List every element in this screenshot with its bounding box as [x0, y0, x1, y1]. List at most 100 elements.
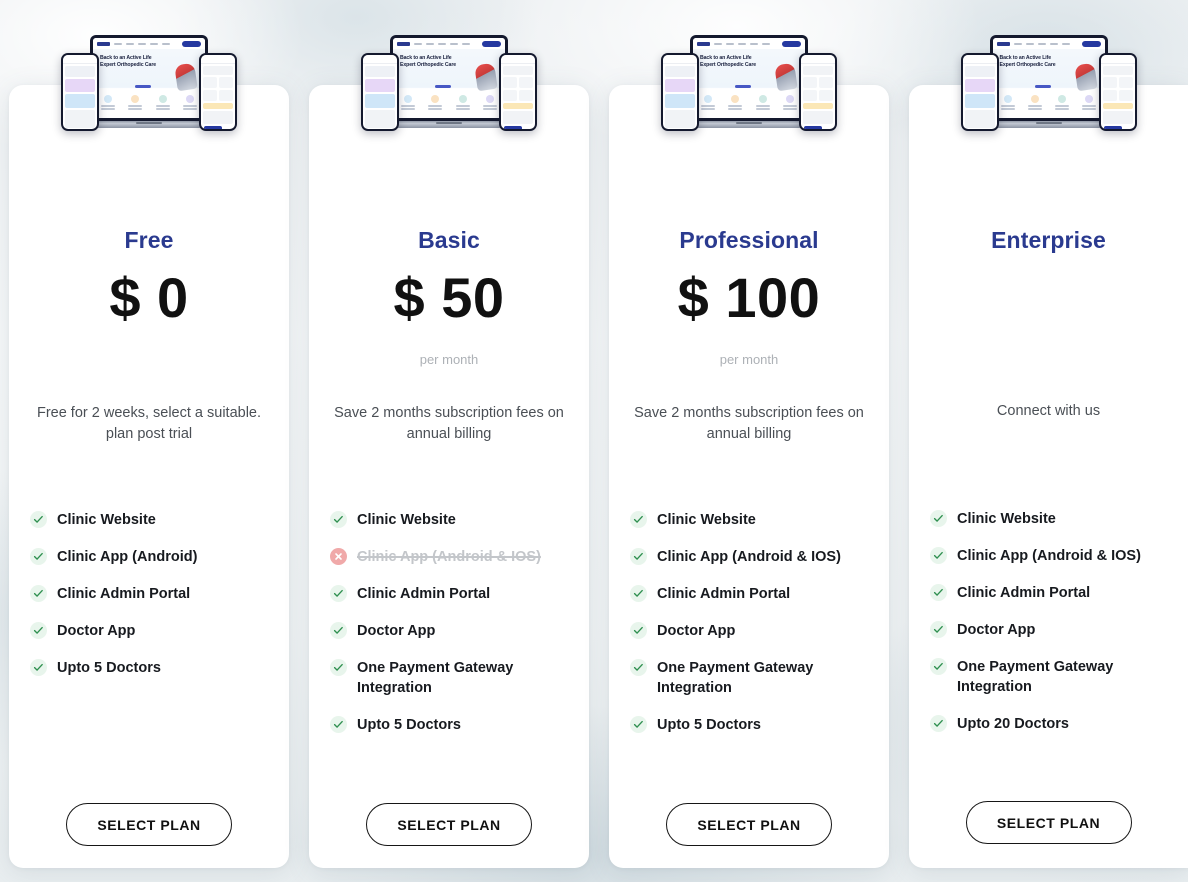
mockup-hero-illustration	[174, 62, 198, 92]
mockup-hero-line1: Back to an Active Life	[700, 55, 752, 61]
feature-item: Clinic Website	[630, 510, 875, 530]
feature-item: One Payment Gateway Integration	[630, 658, 875, 698]
mockup-nav-link	[1037, 42, 1046, 45]
feature-item: Upto 20 Doctors	[930, 714, 1174, 734]
mockup-hero-button	[735, 85, 751, 88]
check-icon	[630, 716, 647, 733]
phone-screen-left	[363, 55, 397, 129]
phone-block	[964, 94, 995, 108]
mockup-logo-icon	[996, 41, 1010, 46]
feature-label: Clinic Website	[357, 512, 456, 528]
feature-label: Clinic Website	[57, 512, 156, 528]
mockup-navbar	[693, 38, 805, 49]
mockup-nav-link	[1013, 42, 1022, 45]
mockup-logo-icon	[697, 41, 710, 46]
check-icon	[30, 659, 47, 676]
phone-mockup-left	[960, 53, 999, 131]
phone-screen-right	[801, 55, 835, 129]
phone-cta	[504, 126, 522, 129]
mockup-hero-illustration	[1073, 62, 1098, 92]
select-plan-button[interactable]: SELECT PLAN	[66, 803, 232, 846]
check-icon	[930, 715, 947, 732]
phone-block	[1102, 103, 1133, 109]
mockup-hero-button	[1034, 85, 1051, 88]
device-mockup-image: Back to an Active Life Expert Orthopedic …	[960, 35, 1137, 141]
mockup-hero-line1: Back to an Active Life	[400, 55, 452, 61]
feature-item: Clinic App (Android & IOS)	[330, 547, 575, 567]
feature-label: Clinic Admin Portal	[957, 585, 1091, 601]
check-icon	[330, 585, 347, 602]
phone-block	[665, 79, 695, 92]
feature-label: One Payment Gateway Integration	[657, 660, 814, 696]
mockup-service-tiles	[699, 95, 799, 111]
feature-label: Doctor App	[657, 623, 736, 639]
mockup-service-tiles	[399, 95, 499, 111]
plan-feature-list: Clinic Website Clinic App (Android & IOS)…	[330, 510, 575, 752]
feature-item: Upto 5 Doctors	[330, 715, 575, 735]
mockup-nav-link	[114, 42, 122, 45]
phone-statusbar	[363, 55, 397, 64]
mockup-nav-cta	[1081, 40, 1101, 47]
feature-label: Upto 5 Doctors	[357, 717, 461, 733]
device-mockup-image: Back to an Active Life Expert Orthopedic …	[61, 35, 237, 141]
phone-block	[964, 79, 995, 92]
select-plan-button[interactable]: SELECT PLAN	[666, 803, 832, 846]
mockup-logo-icon	[97, 41, 110, 46]
mockup-tile	[481, 95, 499, 111]
pricing-card-basic: Back to an Active Life Expert Orthopedic …	[309, 35, 589, 868]
laptop-base	[81, 121, 217, 128]
feature-item: Clinic App (Android)	[30, 547, 275, 567]
mockup-nav-link	[726, 42, 734, 45]
check-icon	[330, 622, 347, 639]
phone-screen-left	[63, 55, 97, 129]
feature-label: Doctor App	[357, 623, 436, 639]
phone-block	[964, 66, 995, 77]
mockup-nav-cta	[782, 40, 801, 47]
feature-item: Clinic Website	[330, 510, 575, 530]
feature-item: Clinic Admin Portal	[930, 583, 1174, 603]
phone-block	[803, 103, 833, 109]
mockup-navbar	[393, 38, 505, 49]
feature-item: Clinic App (Android & IOS)	[630, 547, 875, 567]
phone-statusbar	[201, 55, 235, 64]
mockup-nav-cta	[182, 40, 201, 47]
phone-icon-grid	[503, 77, 533, 101]
phone-icon-grid	[203, 77, 233, 101]
feature-label: Clinic App (Android & IOS)	[957, 548, 1141, 564]
close-icon	[330, 548, 347, 565]
feature-item: Upto 5 Doctors	[30, 658, 275, 678]
select-plan-button[interactable]: SELECT PLAN	[965, 801, 1132, 844]
phone-block	[203, 66, 233, 75]
mockup-tile	[1053, 95, 1071, 111]
mockup-hero-line2: Expert Orthopedic Care	[700, 62, 757, 68]
pricing-card-professional: Back to an Active Life Expert Orthopedic …	[609, 35, 889, 868]
pricing-card-grid: Back to an Active Life Expert Orthopedic …	[0, 0, 1188, 882]
mockup-hero-line2: Expert Orthopedic Care	[100, 62, 157, 68]
phone-cta	[804, 126, 822, 129]
select-plan-button[interactable]: SELECT PLAN	[366, 803, 532, 846]
mockup-logo-icon	[397, 41, 410, 46]
feature-label: Clinic Admin Portal	[657, 586, 791, 602]
mockup-service-tiles	[99, 95, 199, 111]
mockup-hero-headline: Back to an Active Life Expert Orthopedic …	[400, 55, 456, 69]
feature-label: Clinic Admin Portal	[357, 586, 491, 602]
phone-screen-right	[1100, 55, 1135, 129]
plan-price: $ 0	[109, 266, 189, 329]
plan-billing-period: per month	[419, 352, 479, 367]
plan-description: Connect with us	[996, 403, 1101, 419]
check-icon	[930, 547, 947, 564]
feature-label: Clinic App (Android & IOS)	[357, 549, 541, 565]
phone-block	[65, 79, 95, 92]
laptop-frame: Back to an Active Life Expert Orthopedic …	[390, 35, 508, 121]
mockup-nav-link	[750, 42, 758, 45]
feature-item: Clinic Website	[30, 510, 275, 530]
phone-mockup-left	[61, 53, 99, 131]
phone-block	[65, 94, 95, 108]
mockup-tile	[999, 95, 1017, 111]
laptop-base	[681, 121, 817, 128]
phone-block	[203, 111, 233, 124]
mockup-hero-button	[435, 85, 451, 88]
feature-label: Clinic App (Android)	[57, 549, 198, 565]
phone-block	[665, 66, 695, 77]
feature-label: Doctor App	[57, 623, 136, 639]
